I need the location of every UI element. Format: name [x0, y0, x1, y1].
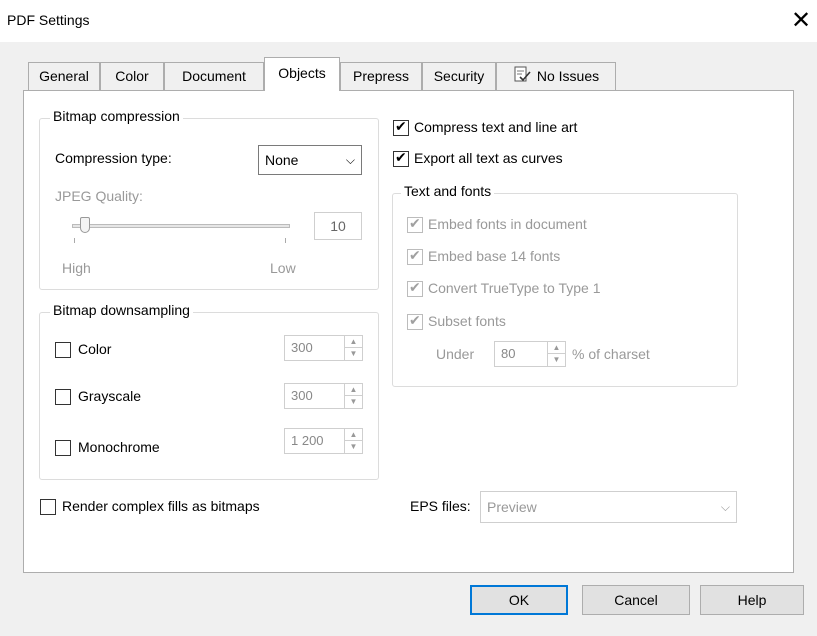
spin-down-icon[interactable]: ▼	[344, 396, 362, 408]
export-curves-checkbox[interactable]	[393, 149, 409, 167]
convert-truetype-checkbox[interactable]	[407, 279, 423, 297]
monochrome-checkbox[interactable]	[55, 440, 71, 456]
eps-files-value: Preview	[487, 499, 537, 515]
color-label: Color	[78, 341, 112, 357]
embed-base14-label: Embed base 14 fonts	[428, 248, 561, 264]
color-dpi-stepper[interactable]: 300 ▲ ▼	[284, 335, 363, 361]
compression-type-label: Compression type:	[55, 150, 172, 166]
grayscale-dpi-value: 300	[291, 388, 313, 403]
jpeg-quality-slider-track[interactable]	[72, 224, 290, 228]
embed-base14-checkbox[interactable]	[407, 247, 423, 265]
slider-tick	[285, 238, 286, 243]
help-button[interactable]: Help	[700, 585, 804, 615]
compress-text-checkbox[interactable]	[393, 118, 409, 136]
monochrome-dpi-stepper[interactable]: 1 200 ▲ ▼	[284, 428, 363, 454]
jpeg-quality-label: JPEG Quality:	[55, 188, 143, 204]
slider-high-label: High	[62, 260, 91, 276]
jpeg-quality-input[interactable]: 10	[314, 212, 362, 240]
spin-up-icon[interactable]: ▲	[344, 336, 362, 348]
monochrome-label: Monochrome	[78, 439, 160, 455]
color-dpi-value: 300	[291, 340, 313, 355]
checklist-icon	[513, 64, 531, 90]
spin-up-icon[interactable]: ▲	[344, 384, 362, 396]
tab-color[interactable]: Color	[100, 62, 164, 90]
subset-threshold-value: 80	[501, 346, 516, 361]
compress-text-label: Compress text and line art	[414, 119, 578, 135]
render-complex-fills-checkbox[interactable]	[40, 499, 56, 515]
eps-files-label: EPS files:	[410, 498, 471, 514]
subset-fonts-label: Subset fonts	[428, 313, 506, 329]
grayscale-label: Grayscale	[78, 388, 142, 404]
ok-button[interactable]: OK	[470, 585, 568, 615]
spin-up-icon[interactable]: ▲	[547, 342, 565, 354]
text-fonts-title: Text and fonts	[401, 183, 495, 199]
tab-document[interactable]: Document	[164, 62, 264, 90]
bitmap-compression-title: Bitmap compression	[50, 108, 183, 124]
spin-down-icon[interactable]: ▼	[547, 354, 565, 366]
spin-up-icon[interactable]: ▲	[344, 429, 362, 441]
charset-label: % of charset	[572, 346, 650, 362]
grayscale-checkbox[interactable]	[55, 389, 71, 405]
bitmap-downsampling-title: Bitmap downsampling	[50, 302, 193, 318]
tab-security[interactable]: Security	[422, 62, 496, 90]
color-checkbox[interactable]	[55, 342, 71, 358]
chevron-down-icon: ⌵	[345, 153, 355, 167]
render-complex-fills-label: Render complex fills as bitmaps	[62, 498, 260, 514]
slider-tick	[74, 238, 75, 243]
spin-down-icon[interactable]: ▼	[344, 441, 362, 453]
subset-fonts-checkbox[interactable]	[407, 312, 423, 330]
tab-no-issues[interactable]: No Issues	[496, 62, 616, 90]
spin-down-icon[interactable]: ▼	[344, 348, 362, 360]
under-label: Under	[436, 346, 475, 362]
export-curves-label: Export all text as curves	[414, 150, 563, 166]
chevron-down-icon: ⌵	[720, 500, 730, 514]
subset-threshold-stepper[interactable]: 80 ▲ ▼	[494, 341, 566, 367]
title-bar	[0, 0, 817, 42]
jpeg-quality-slider-handle[interactable]	[80, 217, 90, 233]
tab-general[interactable]: General	[28, 62, 100, 90]
compression-type-select[interactable]: None ⌵	[258, 145, 362, 175]
slider-low-label: Low	[270, 260, 296, 276]
tab-objects[interactable]: Objects	[264, 57, 340, 91]
close-icon[interactable]: ✕	[788, 6, 814, 36]
monochrome-dpi-value: 1 200	[291, 433, 324, 448]
tab-prepress[interactable]: Prepress	[340, 62, 422, 90]
convert-truetype-label: Convert TrueType to Type 1	[428, 280, 601, 296]
tab-no-issues-label: No Issues	[536, 68, 600, 84]
embed-fonts-label: Embed fonts in document	[428, 216, 587, 232]
embed-fonts-checkbox[interactable]	[407, 215, 423, 233]
window-title: PDF Settings	[7, 12, 90, 28]
cancel-button[interactable]: Cancel	[582, 585, 690, 615]
eps-files-select[interactable]: Preview ⌵	[480, 491, 737, 523]
grayscale-dpi-stepper[interactable]: 300 ▲ ▼	[284, 383, 363, 409]
compression-type-value: None	[265, 152, 299, 168]
